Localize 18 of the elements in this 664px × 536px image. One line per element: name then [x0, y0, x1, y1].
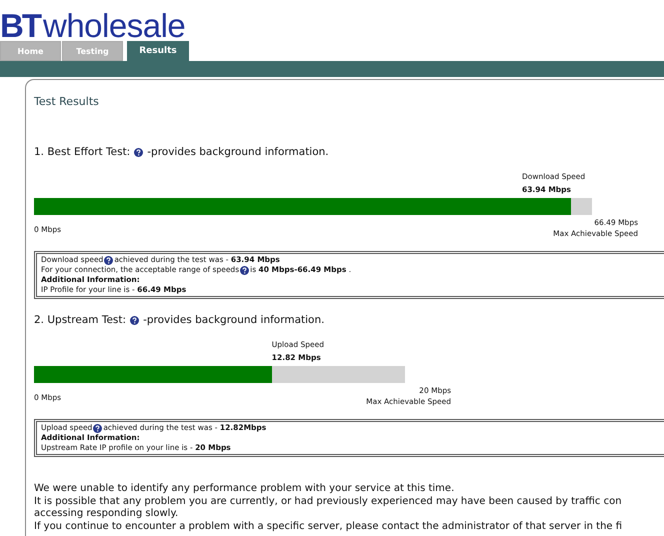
bt-wholesale-logo: BTwholesale: [0, 12, 186, 40]
help-icon[interactable]: [240, 266, 250, 274]
nav-tab[interactable]: Home: [0, 41, 61, 61]
help-icon[interactable]: [130, 316, 140, 324]
test-heading: 1. Best Effort Test:: [34, 146, 130, 158]
test-heading: 2. Upstream Test:: [34, 314, 126, 326]
result-message: accessing responding slowly.: [34, 508, 178, 520]
result-message: We were unable to identify any performance problem with your service at this time.: [34, 483, 454, 496]
help-hint: -provides background information.: [143, 314, 324, 326]
nav-tab[interactable]: Testing: [62, 41, 123, 61]
help-hint: -provides background information.: [147, 146, 329, 158]
nav-tab[interactable]: Results: [127, 41, 189, 61]
help-icon[interactable]: [104, 256, 114, 264]
panel-title: Test Results: [34, 95, 100, 108]
help-icon[interactable]: [134, 148, 144, 156]
result-message: If you continue to encounter a problem with a specific server, please contact the administrator of that server in the fi: [34, 520, 622, 533]
result-message: It is possible that any problem you are currently, or had previously experienced may have been caused by traffic con: [34, 496, 622, 508]
help-icon[interactable]: [93, 424, 102, 432]
